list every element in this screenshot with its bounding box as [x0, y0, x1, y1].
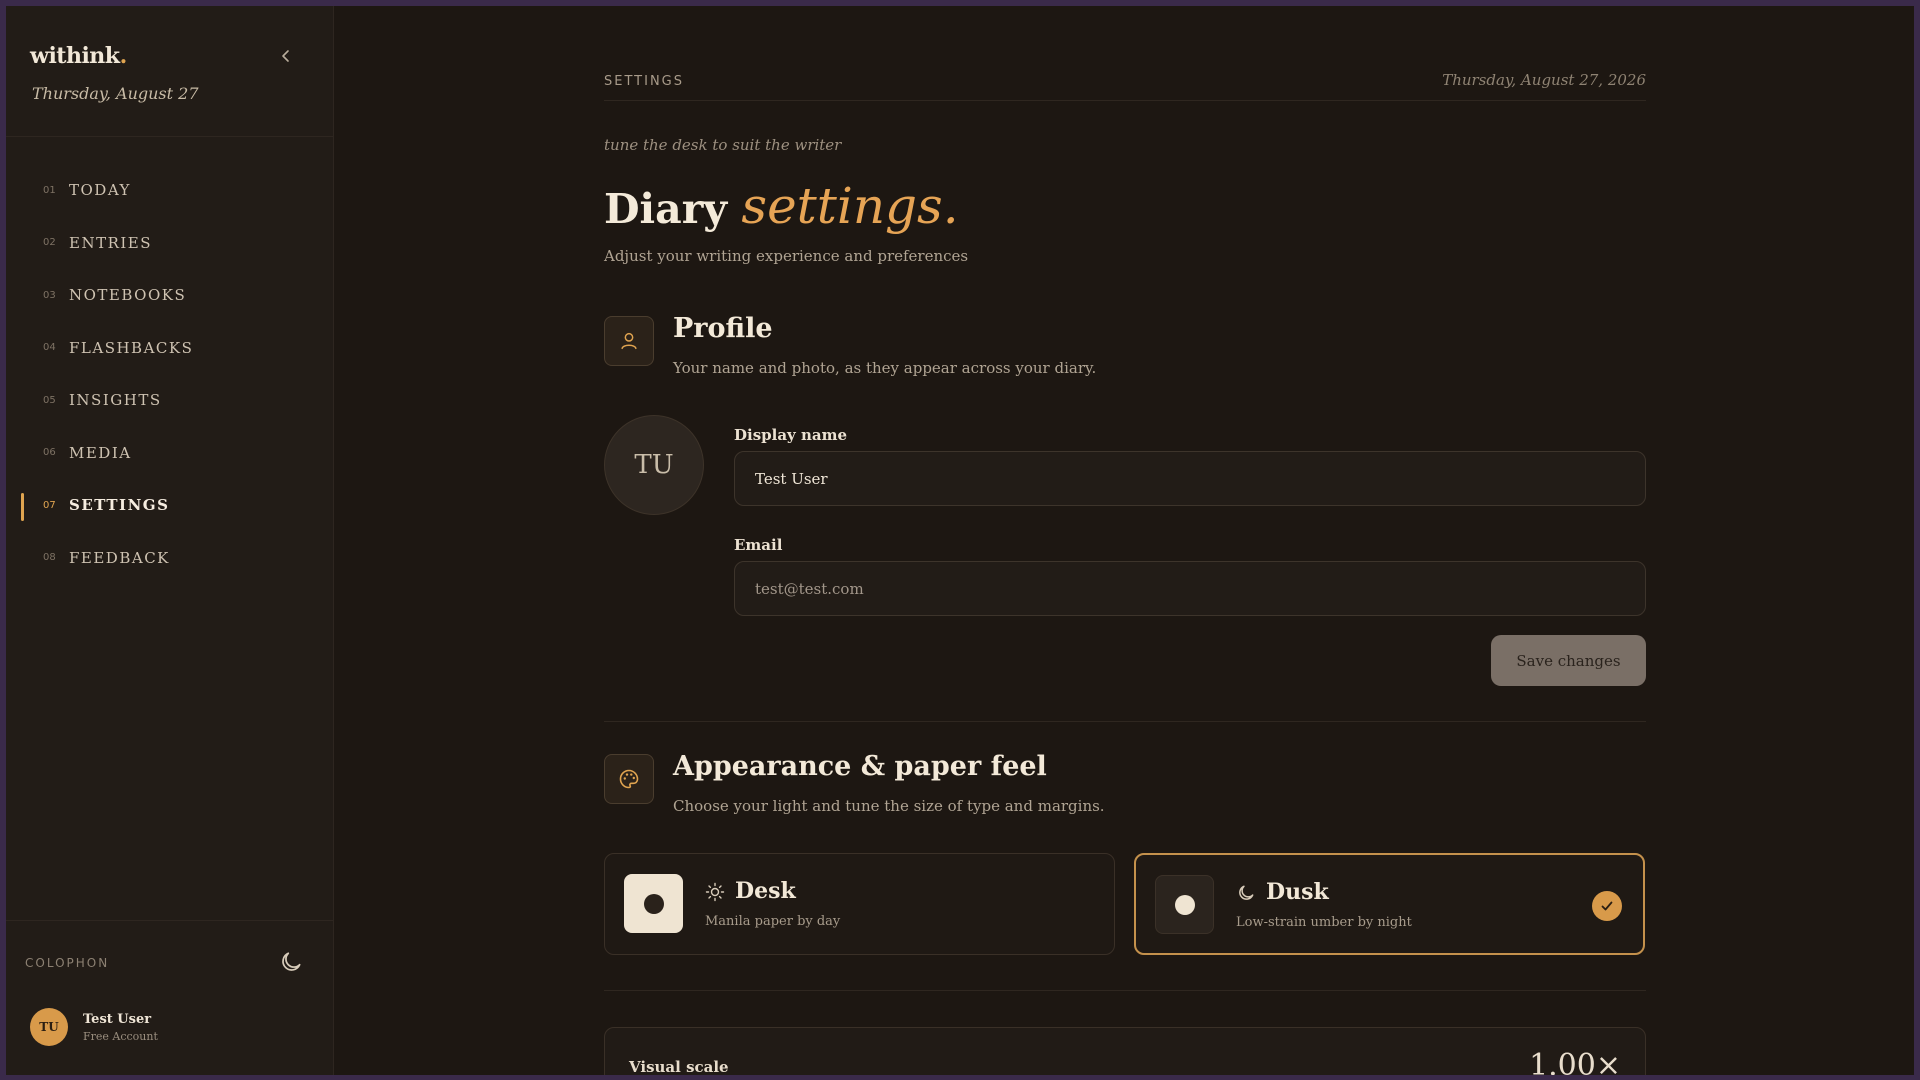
sidebar-item-media[interactable]: 06 MEDIA: [6, 427, 333, 480]
profile-title: Profile: [673, 313, 773, 344]
nav-number: 04: [43, 342, 56, 354]
colophon-label: COLOPHON: [25, 956, 110, 970]
nav-label: ENTRIES: [69, 233, 153, 252]
save-changes-button[interactable]: Save changes: [1491, 635, 1646, 686]
appearance-title: Appearance & paper feel: [673, 751, 1047, 782]
brand-block: withink. Thursday, August 27: [6, 6, 333, 137]
avatar: TU: [30, 1008, 68, 1046]
page-title: Diary settings.: [604, 177, 959, 235]
page-title-accent: settings.: [741, 177, 959, 235]
moon-icon: [1236, 883, 1256, 903]
user-meta: Test User Free Account: [83, 1012, 158, 1043]
appearance-description: Choose your light and tune the size of t…: [673, 797, 1105, 815]
nav-label: SETTINGS: [69, 496, 170, 515]
sidebar-item-feedback[interactable]: 08 FEEDBACK: [6, 532, 333, 585]
email-field[interactable]: test@test.com: [734, 561, 1646, 616]
brand-name: withink: [30, 43, 120, 69]
brand-dot: .: [119, 43, 128, 69]
visual-scale-value: 1.00×: [1529, 1048, 1621, 1075]
email-label: Email: [734, 536, 783, 554]
moon-icon[interactable]: [278, 949, 304, 975]
top-bar: SETTINGS Thursday, August 27, 2026: [604, 66, 1646, 101]
desk-swatch: [624, 874, 683, 933]
profile-description: Your name and photo, as they appear acro…: [673, 359, 1097, 377]
nav-number: 02: [43, 237, 56, 249]
main-content: SETTINGS Thursday, August 27, 2026 tune …: [334, 6, 1914, 1075]
brand-logo[interactable]: withink.: [30, 43, 127, 69]
chevron-left-icon[interactable]: [278, 48, 294, 64]
check-icon: [1592, 891, 1622, 921]
nav-label: INSIGHTS: [69, 391, 162, 410]
user-icon: [604, 316, 654, 366]
page-subtitle: Adjust your writing experience and prefe…: [604, 247, 969, 265]
page-title-main: Diary: [604, 185, 728, 233]
visual-scale-card: Visual scale 1.00×: [604, 1027, 1646, 1075]
theme-option-desk[interactable]: Desk Manila paper by day: [604, 853, 1115, 955]
nav-label: MEDIA: [69, 443, 132, 462]
app-window: withink. Thursday, August 27 01 TODAY 02 E…: [6, 6, 1914, 1075]
header-date: Thursday, August 27, 2026: [1442, 71, 1646, 89]
sidebar-date: Thursday, August 27: [32, 84, 199, 103]
sidebar-item-insights[interactable]: 05 INSIGHTS: [6, 374, 333, 427]
theme-name: Dusk: [1266, 879, 1329, 905]
nav-label: NOTEBOOKS: [69, 286, 187, 305]
display-name-label: Display name: [734, 426, 848, 444]
visual-scale-label: Visual scale: [629, 1058, 729, 1075]
nav-number: 06: [43, 447, 56, 459]
nav-number: 08: [43, 552, 56, 564]
nav-label: TODAY: [69, 181, 131, 200]
nav-number: 05: [43, 394, 56, 406]
sidebar-nav: 01 TODAY 02 ENTRIES 03 NOTEBOOKS 04 FLASHBAC…: [6, 164, 333, 584]
nav-number: 01: [43, 184, 56, 196]
nav-number: 07: [43, 499, 56, 511]
display-name-field[interactable]: Test User: [734, 451, 1646, 506]
page-tagline: tune the desk to suit the writer: [604, 136, 842, 154]
nav-number: 03: [43, 289, 56, 301]
theme-option-dusk[interactable]: Dusk Low-strain umber by night: [1134, 853, 1645, 955]
sidebar-item-flashbacks[interactable]: 04 FLASHBACKS: [6, 322, 333, 375]
sun-icon: [705, 882, 725, 902]
user-profile-row[interactable]: TU Test User Free Account: [30, 1008, 158, 1046]
sidebar-item-entries[interactable]: 02 ENTRIES: [6, 217, 333, 270]
nav-label: FEEDBACK: [69, 548, 170, 567]
breadcrumb: SETTINGS: [604, 74, 685, 89]
sidebar: withink. Thursday, August 27 01 TODAY 02 E…: [6, 6, 334, 1075]
palette-icon: [604, 754, 654, 804]
theme-name: Desk: [735, 878, 796, 904]
colophon: COLOPHON TU Test User Free Account: [6, 920, 333, 1075]
section-divider: [604, 721, 1646, 722]
profile-avatar[interactable]: TU: [604, 415, 704, 515]
sidebar-item-today[interactable]: 01 TODAY: [6, 164, 333, 217]
user-plan: Free Account: [83, 1029, 158, 1043]
nav-label: FLASHBACKS: [69, 338, 194, 357]
sidebar-item-notebooks[interactable]: 03 NOTEBOOKS: [6, 269, 333, 322]
dusk-swatch: [1155, 875, 1214, 934]
theme-description: Low-strain umber by night: [1236, 915, 1412, 930]
user-name: Test User: [83, 1011, 152, 1027]
sidebar-item-settings[interactable]: 07 SETTINGS: [6, 479, 333, 532]
theme-description: Manila paper by day: [705, 914, 841, 929]
section-divider: [604, 990, 1646, 991]
